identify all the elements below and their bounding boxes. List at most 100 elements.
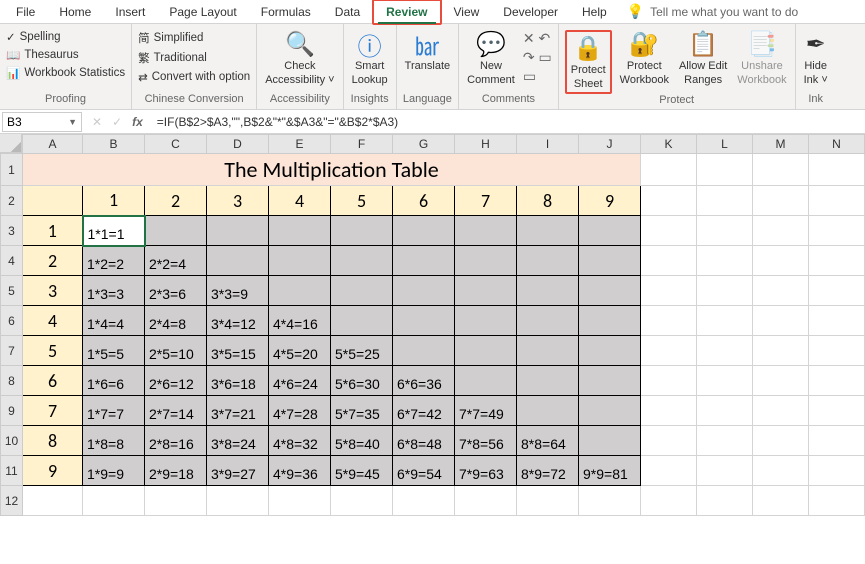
row-num-8[interactable]: 8 bbox=[23, 426, 83, 456]
cell[interactable]: 8*8=64 bbox=[517, 426, 579, 456]
row-header-6[interactable]: 6 bbox=[1, 306, 23, 336]
formula-input[interactable]: =IF(B$2>$A3,"",B$2&"*"&$A3&"="&B$2*$A3) bbox=[151, 113, 865, 131]
tab-review[interactable]: Review bbox=[372, 0, 441, 25]
row-header-10[interactable]: 10 bbox=[1, 426, 23, 456]
col-header-M[interactable]: M bbox=[753, 135, 809, 154]
tab-insert[interactable]: Insert bbox=[103, 1, 157, 23]
cell[interactable] bbox=[641, 486, 697, 516]
cell[interactable] bbox=[269, 246, 331, 276]
cell[interactable] bbox=[697, 336, 753, 366]
row-header-2[interactable]: 2 bbox=[1, 186, 23, 216]
cancel-icon[interactable]: ✕ bbox=[92, 115, 102, 129]
cell[interactable]: 3*5=15 bbox=[207, 336, 269, 366]
cell[interactable] bbox=[579, 396, 641, 426]
cell[interactable]: 8*9=72 bbox=[517, 456, 579, 486]
new-comment-button[interactable]: 💬 New Comment bbox=[465, 30, 517, 86]
cell[interactable] bbox=[517, 486, 579, 516]
cell[interactable]: 1*9=9 bbox=[83, 456, 145, 486]
tab-file[interactable]: File bbox=[4, 1, 47, 23]
col-header-A[interactable]: A bbox=[23, 135, 83, 154]
cell[interactable]: 1*6=6 bbox=[83, 366, 145, 396]
cell[interactable] bbox=[23, 486, 83, 516]
cell[interactable]: 5*7=35 bbox=[331, 396, 393, 426]
cell[interactable] bbox=[579, 426, 641, 456]
col-header-N[interactable]: N bbox=[809, 135, 865, 154]
cell[interactable]: 5*6=30 bbox=[331, 366, 393, 396]
cell[interactable] bbox=[753, 456, 809, 486]
cell[interactable] bbox=[809, 186, 865, 216]
cell[interactable]: 1*4=4 bbox=[83, 306, 145, 336]
cell[interactable] bbox=[641, 426, 697, 456]
cell[interactable] bbox=[809, 396, 865, 426]
cell[interactable] bbox=[697, 154, 753, 186]
cell[interactable] bbox=[753, 186, 809, 216]
cell[interactable] bbox=[393, 306, 455, 336]
cell[interactable] bbox=[393, 276, 455, 306]
cell[interactable] bbox=[145, 216, 207, 246]
cell[interactable]: 1*8=8 bbox=[83, 426, 145, 456]
cell[interactable]: 1*3=3 bbox=[83, 276, 145, 306]
col-header-I[interactable]: I bbox=[517, 135, 579, 154]
col-header-D[interactable]: D bbox=[207, 135, 269, 154]
cell[interactable] bbox=[809, 456, 865, 486]
cell[interactable] bbox=[393, 486, 455, 516]
delete-comment-icon[interactable]: ✕ bbox=[523, 30, 535, 47]
cell[interactable]: 3*3=9 bbox=[207, 276, 269, 306]
col-num-5[interactable]: 5 bbox=[331, 186, 393, 216]
cell[interactable] bbox=[269, 216, 331, 246]
row-header-1[interactable]: 1 bbox=[1, 154, 23, 186]
cell[interactable] bbox=[517, 276, 579, 306]
cell[interactable] bbox=[809, 216, 865, 246]
cell[interactable] bbox=[809, 306, 865, 336]
cell[interactable]: 4*7=28 bbox=[269, 396, 331, 426]
cell[interactable] bbox=[809, 276, 865, 306]
cell[interactable] bbox=[517, 336, 579, 366]
col-num-6[interactable]: 6 bbox=[393, 186, 455, 216]
cell[interactable] bbox=[753, 336, 809, 366]
cell[interactable] bbox=[579, 486, 641, 516]
cell[interactable] bbox=[517, 366, 579, 396]
row-num-2[interactable]: 2 bbox=[23, 246, 83, 276]
protect-sheet-button[interactable]: 🔒 Protect Sheet bbox=[569, 34, 608, 90]
cell[interactable] bbox=[455, 276, 517, 306]
row-num-6[interactable]: 6 bbox=[23, 366, 83, 396]
row-header-8[interactable]: 8 bbox=[1, 366, 23, 396]
cell[interactable] bbox=[753, 216, 809, 246]
cell[interactable] bbox=[517, 396, 579, 426]
cell[interactable] bbox=[331, 216, 393, 246]
cell[interactable] bbox=[455, 336, 517, 366]
cell[interactable] bbox=[753, 306, 809, 336]
tab-data[interactable]: Data bbox=[323, 1, 372, 23]
cell[interactable]: 1*1=1 bbox=[83, 216, 145, 246]
prev-comment-icon[interactable]: ↶ bbox=[539, 30, 551, 47]
col-header-K[interactable]: K bbox=[641, 135, 697, 154]
allow-edit-ranges-button[interactable]: 📋 Allow Edit Ranges bbox=[677, 30, 729, 86]
col-header-B[interactable]: B bbox=[83, 135, 145, 154]
title-cell[interactable]: The Multiplication Table bbox=[23, 154, 641, 186]
cell[interactable] bbox=[517, 246, 579, 276]
cell[interactable] bbox=[809, 154, 865, 186]
row-header-9[interactable]: 9 bbox=[1, 396, 23, 426]
cell[interactable]: 5*5=25 bbox=[331, 336, 393, 366]
cell[interactable] bbox=[641, 366, 697, 396]
chevron-down-icon[interactable]: ▼ bbox=[68, 117, 77, 127]
cell[interactable] bbox=[753, 426, 809, 456]
col-num-9[interactable]: 9 bbox=[579, 186, 641, 216]
col-num-4[interactable]: 4 bbox=[269, 186, 331, 216]
thesaurus-button[interactable]: 📖Thesaurus bbox=[6, 48, 125, 62]
cell[interactable] bbox=[753, 276, 809, 306]
cell[interactable]: 6*8=48 bbox=[393, 426, 455, 456]
col-num-1[interactable]: 1 bbox=[83, 186, 145, 216]
cell[interactable] bbox=[697, 486, 753, 516]
cell[interactable] bbox=[207, 216, 269, 246]
cell[interactable]: 6*7=42 bbox=[393, 396, 455, 426]
cell[interactable]: 2*5=10 bbox=[145, 336, 207, 366]
cell[interactable] bbox=[641, 456, 697, 486]
cell[interactable]: 2*8=16 bbox=[145, 426, 207, 456]
col-header-G[interactable]: G bbox=[393, 135, 455, 154]
cell[interactable] bbox=[641, 396, 697, 426]
convert-option-button[interactable]: ⇄Convert with option bbox=[138, 70, 250, 84]
cell[interactable] bbox=[393, 336, 455, 366]
cell[interactable]: 3*8=24 bbox=[207, 426, 269, 456]
cell[interactable]: 2*7=14 bbox=[145, 396, 207, 426]
